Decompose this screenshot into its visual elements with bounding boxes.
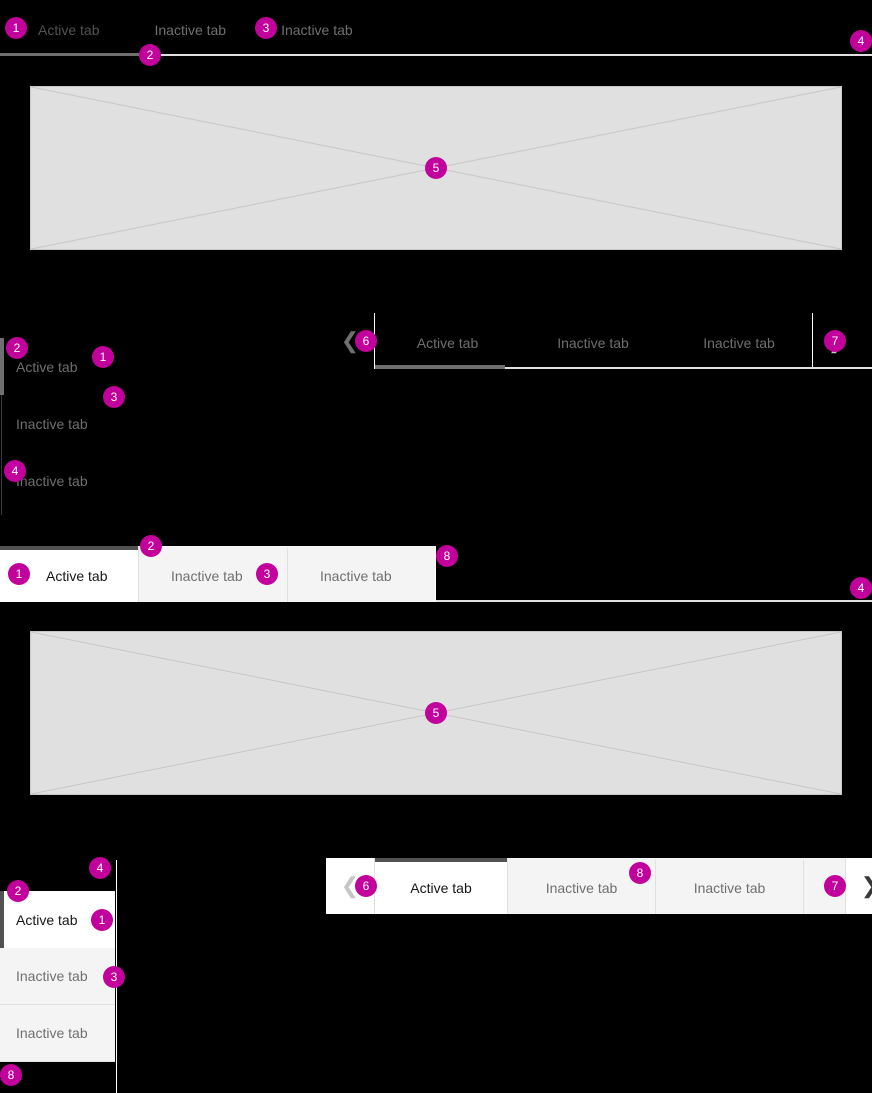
tab-active[interactable]: Active tab [375, 858, 507, 914]
annotation-badge-4b: 4 [4, 460, 26, 482]
tab-inactive-2[interactable]: Inactive tab [666, 313, 812, 369]
vtab-label: Active tab [16, 911, 78, 928]
annotation-badge-3: 3 [255, 17, 277, 39]
active-tab-indicator [0, 53, 140, 56]
contained-tabs-light: Active tab Inactive tab Inactive tab [0, 546, 436, 602]
scrollable-contained-tabs-light: ❮ Active tab Inactive tab Inactive tab ❯ [326, 858, 872, 914]
annotation-badge-6b: 6 [355, 875, 377, 897]
tab-label: Inactive tab [703, 335, 775, 351]
vtab-label: Inactive tab [16, 415, 88, 432]
vtab-inactive-2[interactable]: Inactive tab [0, 1005, 115, 1062]
annotation-badge-3c: 3 [256, 563, 278, 585]
annotation-badge-6: 6 [355, 330, 377, 352]
tab-inactive-2[interactable]: Inactive tab [655, 858, 803, 914]
annotation-badge-7b: 7 [824, 875, 846, 897]
annotation-badge-2d: 2 [7, 880, 29, 902]
tab-inactive-2[interactable]: Inactive tab [265, 10, 369, 50]
tab-inactive-1[interactable]: Inactive tab [520, 313, 666, 369]
vtab-inactive-1[interactable]: Inactive tab [0, 948, 115, 1005]
tab-label: Inactive tab [545, 880, 618, 896]
line-tabs-dark: Active tab Inactive tab Inactive tab [22, 10, 369, 50]
annotation-badge-4: 4 [850, 30, 872, 52]
annotation-badge-5b: 5 [425, 702, 447, 724]
spec-canvas: Active tab Inactive tab Inactive tab 1 3… [0, 0, 872, 1093]
annotation-badge-1: 1 [5, 17, 27, 39]
annotation-badge-8c: 8 [629, 862, 651, 884]
scroll-active-indicator [375, 365, 505, 369]
tab-label: Inactive tab [320, 568, 392, 584]
tab-label: Active tab [410, 880, 472, 896]
annotation-badge-3b: 3 [103, 386, 125, 408]
annotation-badge-4c: 4 [850, 577, 872, 599]
annotation-badge-1c: 1 [8, 563, 30, 585]
annotation-badge-8: 8 [436, 545, 458, 567]
tab-label: Inactive tab [693, 880, 766, 896]
annotation-badge-2c: 2 [140, 535, 162, 557]
tab-label: Inactive tab [281, 22, 353, 38]
vtab-inactive-1[interactable]: Inactive tab [0, 395, 115, 452]
vtab-label: Inactive tab [16, 968, 88, 984]
annotation-badge-2: 2 [139, 44, 161, 66]
tab-label: Active tab [416, 335, 479, 351]
annotation-badge-5: 5 [425, 157, 447, 179]
tab-active[interactable]: Active tab [22, 10, 115, 50]
vtab-label: Active tab [16, 358, 78, 375]
vertical-tabs-rail [1, 395, 2, 515]
annotation-badge-7: 7 [824, 330, 846, 352]
annotation-badge-1b: 1 [92, 346, 114, 368]
tab-label: Inactive tab [557, 335, 629, 351]
scroll-next-button[interactable]: ❯ [846, 858, 872, 914]
annotation-badge-8b: 8 [0, 1064, 22, 1086]
tab-label: Active tab [38, 22, 100, 38]
annotation-badge-3d: 3 [103, 966, 125, 988]
chevron-right-icon: ❯ [861, 873, 872, 899]
scrollable-line-tabs-dark: ❮ Active tab Inactive tab Inactive tab ❯ [326, 313, 861, 369]
tab-label: Inactive tab [154, 22, 227, 38]
tab-active[interactable]: Active tab [375, 313, 520, 369]
tab-label: Inactive tab [171, 568, 243, 584]
annotation-badge-4d: 4 [89, 857, 111, 879]
annotation-badge-2b: 2 [6, 337, 28, 359]
tab-inactive-2[interactable]: Inactive tab [287, 546, 435, 602]
vtab-label: Inactive tab [16, 1025, 88, 1041]
contained-tabs-bottom-line [436, 600, 872, 602]
annotation-badge-1d: 1 [91, 909, 113, 931]
vtab-label: Inactive tab [16, 472, 88, 489]
